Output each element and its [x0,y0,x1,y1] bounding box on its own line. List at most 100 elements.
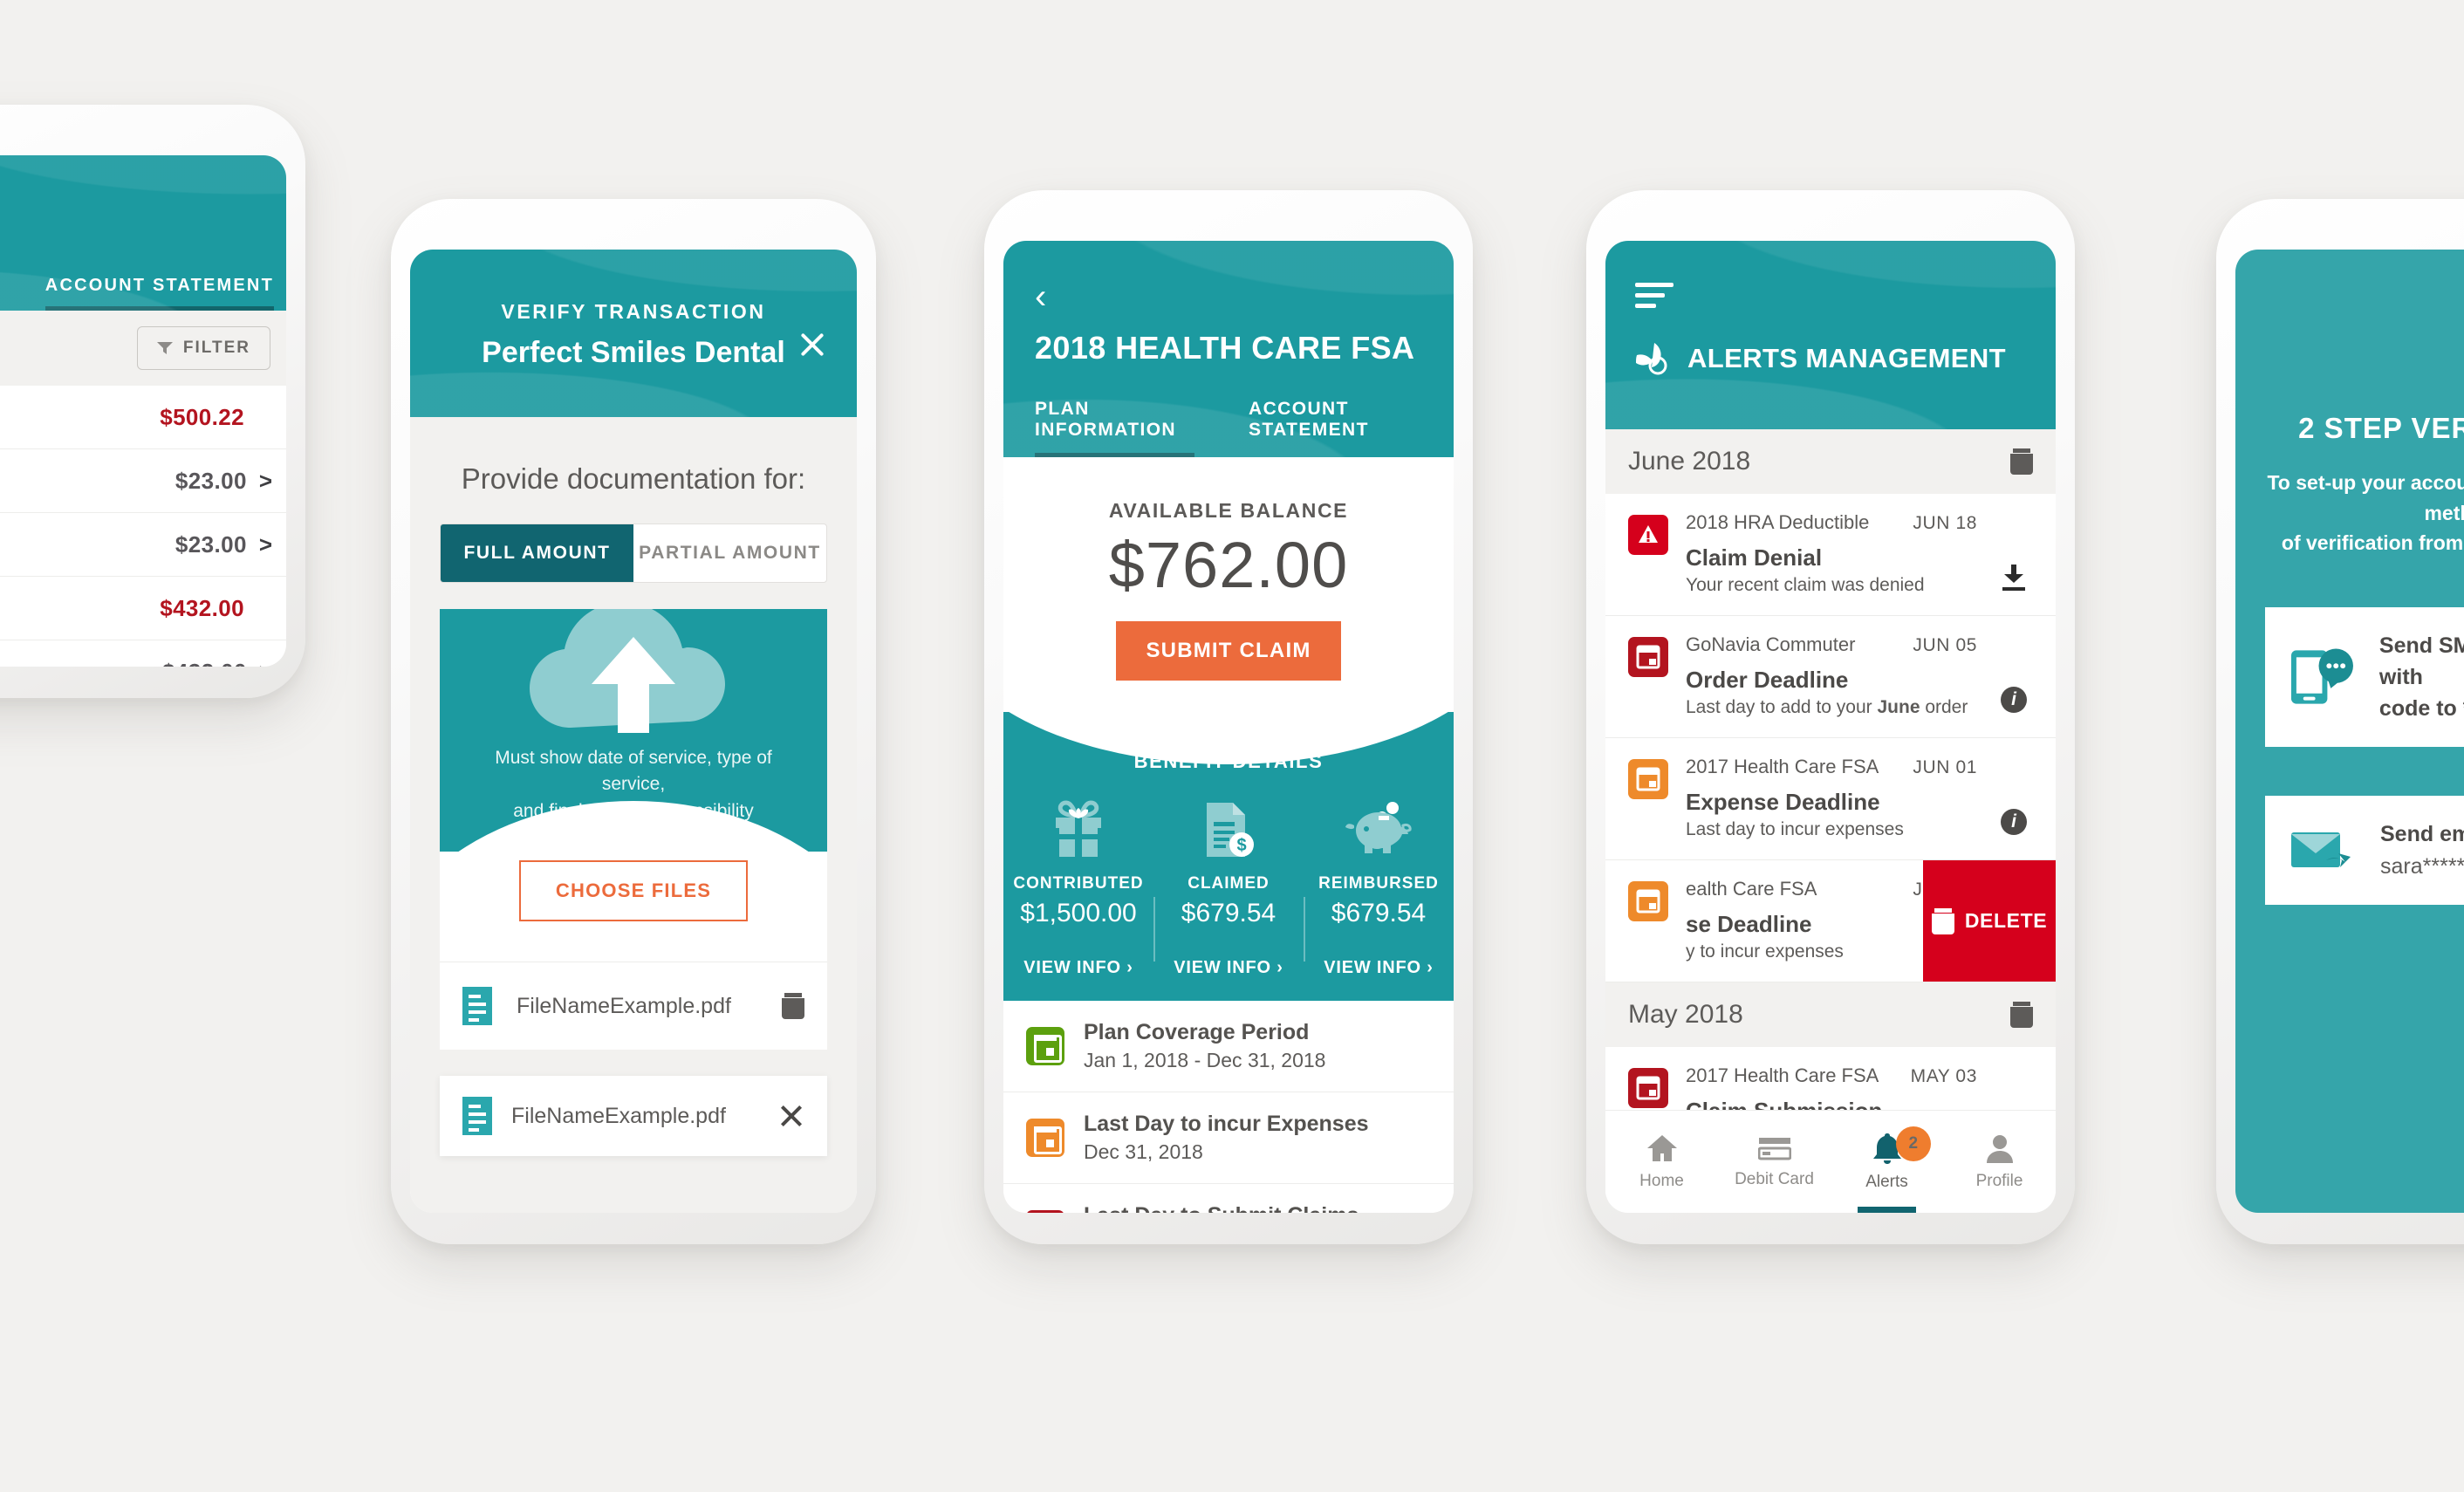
calendar-icon [1636,889,1660,914]
alert-badge [1628,881,1668,921]
balance-value: $762.00 [1108,529,1349,601]
verification-option-sms[interactable]: Send SMS message with code to *** *** 48… [2265,606,2464,748]
view-info-link[interactable]: VIEW INFO › [1153,958,1304,978]
choose-files-button[interactable]: CHOOSE FILES [518,860,749,921]
chevron-right-icon[interactable]: > [259,469,272,492]
plan-date-title: Last Day to incur Expenses [1084,1112,1369,1136]
cancel-upload-icon[interactable] [778,1103,804,1129]
leaf-logo-icon [1636,343,1667,375]
segment-partial-amount[interactable]: PARTIAL AMOUNT [633,524,826,582]
phone1-title: CARE FSA [0,211,286,245]
trash-icon[interactable] [2010,1002,2033,1028]
nav-item-debit card[interactable]: Debit Card [1718,1111,1831,1213]
alert-group: June 2018 2018 HRA Deductible JUN 18 Cla… [1605,429,2056,982]
alert-date: JUN 05 [1913,635,1977,655]
page-title: ALERTS MANAGEMENT [1687,343,2007,373]
verification-option-email[interactable]: Send email with code to sara**********@m… [2265,796,2464,905]
submit-claim-button[interactable]: SUBMIT CLAIM [1116,621,1341,681]
view-info-link[interactable]: VIEW INFO › [1003,958,1153,978]
alert-month-label: May 2018 [1628,1000,1743,1029]
alert-row[interactable]: 2017 Health Care FSA JUN 01 Expense Dead… [1605,738,2056,860]
table-row[interactable]: $23.00 > [0,513,286,577]
list-item[interactable]: Last Day to incur Expenses Dec 31, 2018 [1003,1092,1454,1184]
chevron-right-icon[interactable]: > [259,660,272,667]
hamburger-icon[interactable] [1635,283,2026,308]
benefit-contributed: CONTRIBUTED $1,500.00 VIEW INFO › [1003,794,1153,978]
alert-badge [1628,759,1668,799]
document-icon [462,987,492,1025]
filter-button[interactable]: FILTER [136,326,270,370]
transaction-amount: $23.00 [175,530,247,558]
calendar-icon [1026,1119,1064,1157]
benefit-label: CLAIMED [1188,874,1270,893]
trash-icon[interactable] [782,993,804,1019]
upload-dropzone[interactable]: Must show date of service, type of servi… [440,609,827,852]
plan-date-title: Plan Coverage Period [1084,1020,1310,1044]
delete-button[interactable]: DELETE [1923,860,2056,982]
email-line1: Send email with code to [2380,822,2464,847]
alert-topline: 2017 Health Care FSA JUN 01 [1686,756,1977,778]
warning-icon [1639,525,1658,543]
screen-two-step-verification: 2 STEP VERIFICATION To set-up your accou… [2235,250,2464,1213]
alert-month-label: June 2018 [1628,447,1751,476]
alert-topline: 2018 HRA Deductible JUN 18 [1686,511,1977,534]
tab-account-statement[interactable]: ACCOUNT STATEMENT [1249,399,1427,457]
nav-item-home[interactable]: Home [1605,1111,1718,1213]
benefit-columns: CONTRIBUTED $1,500.00 VIEW INFO › $ CLAI… [1003,794,1454,978]
tab-account-statement[interactable]: ACCOUNT STATEMENT [44,276,274,311]
phone2-body: Provide documentation for: FULL AMOUNT P… [410,417,857,1213]
table-row[interactable]: $500.22 [0,386,286,449]
alert-row[interactable]: GoNavia Commuter JUN 05 Order Deadline L… [1605,616,2056,738]
download-icon[interactable] [2002,565,2026,591]
benefit-claimed: $ CLAIMED $679.54 VIEW INFO › [1153,794,1304,978]
table-row[interactable]: $432.00 > [0,640,286,667]
nav-label: Profile [1975,1171,2023,1190]
plan-date-value: Dec 31, 2018 [1084,1140,1203,1163]
phone5-body: 2 STEP VERIFICATION To set-up your accou… [2235,250,2464,1213]
alert-row[interactable]: 2018 HRA Deductible JUN 18 Claim Denial … [1605,494,2056,616]
phone-account-statement: CARE FSA ACCOUNT STATEMENT FILTER $500.2… [0,105,305,698]
alert-action [1995,511,2033,596]
uploading-file-row[interactable]: FileNameExample.pdf [440,1076,827,1156]
nav-label: Alerts [1865,1172,1908,1191]
cloud-upload-icon [530,609,725,733]
info-icon[interactable]: i [2001,809,2027,835]
nav-label: Debit Card [1735,1169,1814,1188]
tab-plan-information[interactable]: PLAN INFORMATION [1035,399,1195,457]
bottom-nav: Home Debit Card 2 Alerts Profile [1605,1110,2056,1213]
view-info-link[interactable]: VIEW INFO › [1304,958,1454,978]
phone3-tabs: PLAN INFORMATION ACCOUNT STATEMENT [1035,399,1427,457]
page-title: 2 STEP VERIFICATION [2298,412,2464,444]
phone2-header: VERIFY TRANSACTION Perfect Smiles Dental [410,250,857,417]
plan-date-text: Plan Coverage Period Jan 1, 2018 - Dec 3… [1084,1020,1325,1072]
list-item[interactable]: Plan Coverage Period Jan 1, 2018 - Dec 3… [1003,1001,1454,1092]
receipt-icon: $ [1153,794,1304,860]
home-icon [1646,1134,1677,1161]
chevron-right-icon[interactable]: > [259,533,272,556]
nav-item-alerts[interactable]: 2 Alerts [1831,1111,1943,1213]
alert-badge [1628,1068,1668,1108]
alert-headline: Order Deadline [1686,667,1849,693]
screen-verify-transaction: VERIFY TRANSACTION Perfect Smiles Dental… [410,250,857,1213]
screenshot-stage: CARE FSA ACCOUNT STATEMENT FILTER $500.2… [0,0,2464,1492]
info-icon[interactable]: i [2001,687,2027,713]
chevron-left-icon[interactable]: ‹ [1035,279,1422,314]
nav-item-profile[interactable]: Profile [1943,1111,2056,1213]
close-icon[interactable] [797,330,827,359]
transaction-amount: $432.00 [160,594,244,621]
table-row[interactable]: $23.00 > [0,449,286,513]
trash-icon[interactable] [2010,448,2033,475]
list-item[interactable]: Last Day to Submit Claims Dec 31, 2018 [1003,1184,1454,1213]
balance-section: AVAILABLE BALANCE $762.00 SUBMIT CLAIM [1003,457,1454,712]
segment-full-amount[interactable]: FULL AMOUNT [441,524,633,582]
page-subtitle: To set-up your account, please choose a … [2265,468,2464,558]
table-row[interactable]: $432.00 [0,577,286,640]
alert-date: JUN 01 [1913,757,1977,777]
uploaded-file-row[interactable]: FileNameExample.pdf [440,962,827,1050]
alert-row[interactable]: ealth Care FSA JUN 01 se Deadline y to i… [1605,860,2056,982]
alert-month-header: May 2018 [1605,982,2056,1047]
benefit-label: REIMBURSED [1318,874,1439,893]
alert-content: 2018 HRA Deductible JUN 18 Claim Denial … [1686,511,1977,596]
calendar-icon [1636,767,1660,791]
phone1-header: CARE FSA ACCOUNT STATEMENT [0,155,286,311]
